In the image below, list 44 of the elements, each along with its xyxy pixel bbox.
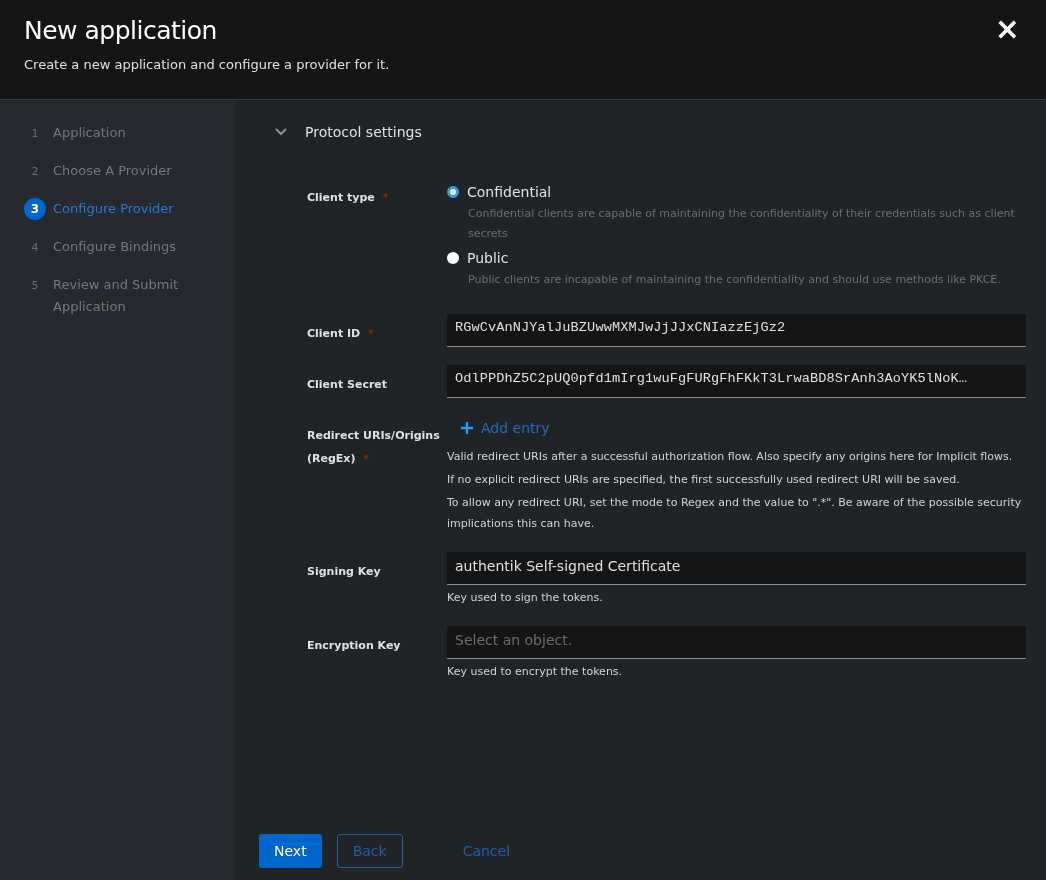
text-input-field[interactable]: OdlPPDhZ5C2pUQ0pfd1mIrg1wuFgFURgFhFKkT3LrwaBD8SrAnh3AoYK5lNoK… (447, 365, 1026, 398)
field-label: Client Secret (307, 378, 388, 391)
field-label: Encryption Key (307, 639, 401, 652)
step-number: 3 (24, 198, 46, 220)
plus-icon (461, 422, 473, 434)
required-mark: * (363, 452, 369, 465)
wizard-step-link[interactable]: Configure Provider (53, 198, 174, 220)
modal-title: New application (24, 16, 218, 45)
radio-label[interactable]: Public (467, 250, 509, 266)
section-title: Protocol settings (305, 124, 422, 140)
radio-label[interactable]: Confidential (467, 184, 552, 200)
help-text: Valid redirect URIs after a successful authorization flow. Also specify any origins here for Implicit flows. (447, 449, 1014, 465)
option-description: Public clients are incapable of maintaining the confidentiality and should use methods like PKCE. (468, 272, 1002, 288)
next-button[interactable]: Next (259, 834, 322, 868)
field-label: Signing Key (307, 565, 381, 578)
modal-subtitle: Create a new application and configure a provider for it. (24, 57, 390, 72)
help-text: To allow any redirect URI, set the mode to Regex and the value to ".*". Be aware of the possible security implications this can have. (447, 495, 1023, 532)
option-description: Confidential clients are capable of maintaining the confidentiality of their credentials such as client secrets (468, 206, 1016, 242)
radio-button[interactable] (447, 186, 459, 198)
wizard-step-link[interactable]: Choose A Provider (53, 160, 172, 182)
required-mark: * (382, 191, 389, 204)
wizard-step-link[interactable]: Review and Submit Application (53, 274, 215, 318)
text-input-field[interactable]: RGwCvAnNJYalJuBZUwwMXMJwJjJJxCNIazzEjGz2 (447, 314, 1026, 347)
select-field[interactable]: Select an object. (447, 626, 1026, 659)
close-button[interactable]: × (990, 16, 1024, 42)
select-field[interactable]: authentik Self-signed Certificate (447, 552, 1026, 585)
required-mark: * (368, 327, 374, 340)
field-label: Client ID * (307, 327, 374, 340)
add-entry-link[interactable]: Add entry (461, 420, 550, 436)
back-button[interactable]: Back (336, 834, 403, 868)
wizard-step-link[interactable]: Configure Bindings (53, 236, 177, 258)
field-label: Client type (307, 191, 375, 204)
radio-button[interactable] (447, 252, 459, 264)
step-number: 2 (30, 163, 40, 180)
field-label: Redirect URIs/Origins (RegEx) * (307, 429, 440, 465)
step-number: 5 (30, 277, 40, 294)
chevron-down-icon[interactable] (275, 128, 287, 136)
wizard-step-link[interactable]: Application (53, 122, 126, 144)
help-text: Key used to sign the tokens. (447, 590, 604, 606)
step-number: 4 (30, 239, 40, 256)
help-text: If no explicit redirect URIs are specified, the first successfully used redirect URI will be saved. (447, 472, 961, 488)
help-text: Key used to encrypt the tokens. (447, 664, 624, 680)
cancel-button[interactable]: Cancel (447, 834, 526, 868)
step-number: 1 (30, 125, 40, 142)
